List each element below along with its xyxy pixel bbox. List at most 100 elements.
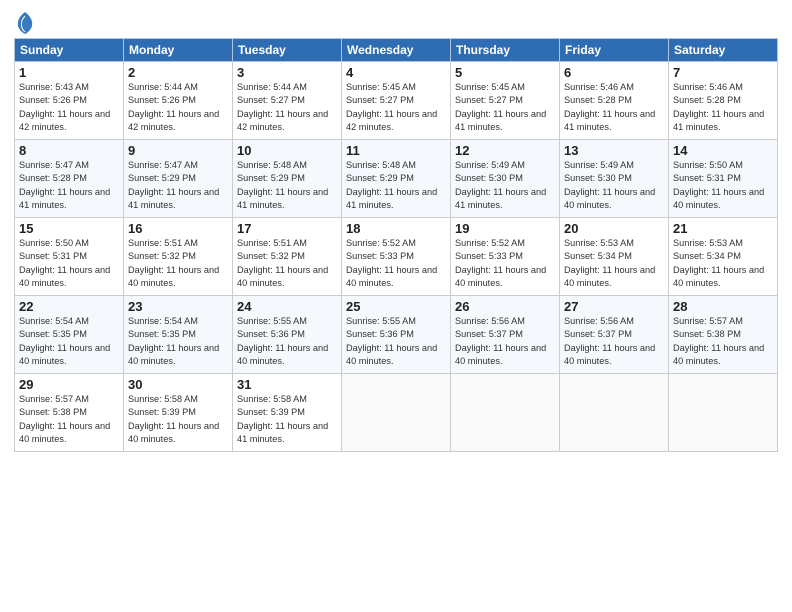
day-info: Sunrise: 5:46 AMSunset: 5:28 PMDaylight:… — [564, 82, 655, 132]
calendar-cell: 14 Sunrise: 5:50 AMSunset: 5:31 PMDaylig… — [669, 140, 778, 218]
day-number: 7 — [673, 65, 773, 80]
day-info: Sunrise: 5:47 AMSunset: 5:29 PMDaylight:… — [128, 160, 219, 210]
day-number: 29 — [19, 377, 119, 392]
day-info: Sunrise: 5:57 AMSunset: 5:38 PMDaylight:… — [19, 394, 110, 444]
day-number: 21 — [673, 221, 773, 236]
calendar-cell: 31 Sunrise: 5:58 AMSunset: 5:39 PMDaylig… — [233, 374, 342, 452]
day-number: 20 — [564, 221, 664, 236]
weekday-header: Monday — [124, 39, 233, 62]
day-number: 14 — [673, 143, 773, 158]
calendar-cell: 26 Sunrise: 5:56 AMSunset: 5:37 PMDaylig… — [451, 296, 560, 374]
calendar-cell: 28 Sunrise: 5:57 AMSunset: 5:38 PMDaylig… — [669, 296, 778, 374]
day-info: Sunrise: 5:44 AMSunset: 5:27 PMDaylight:… — [237, 82, 328, 132]
day-number: 25 — [346, 299, 446, 314]
day-info: Sunrise: 5:46 AMSunset: 5:28 PMDaylight:… — [673, 82, 764, 132]
day-info: Sunrise: 5:52 AMSunset: 5:33 PMDaylight:… — [346, 238, 437, 288]
calendar-cell: 7 Sunrise: 5:46 AMSunset: 5:28 PMDayligh… — [669, 62, 778, 140]
day-info: Sunrise: 5:43 AMSunset: 5:26 PMDaylight:… — [19, 82, 110, 132]
calendar-cell: 24 Sunrise: 5:55 AMSunset: 5:36 PMDaylig… — [233, 296, 342, 374]
calendar-cell: 13 Sunrise: 5:49 AMSunset: 5:30 PMDaylig… — [560, 140, 669, 218]
calendar-cell: 25 Sunrise: 5:55 AMSunset: 5:36 PMDaylig… — [342, 296, 451, 374]
calendar-cell: 22 Sunrise: 5:54 AMSunset: 5:35 PMDaylig… — [15, 296, 124, 374]
day-info: Sunrise: 5:55 AMSunset: 5:36 PMDaylight:… — [237, 316, 328, 366]
weekday-header: Wednesday — [342, 39, 451, 62]
calendar-cell — [451, 374, 560, 452]
calendar-cell: 8 Sunrise: 5:47 AMSunset: 5:28 PMDayligh… — [15, 140, 124, 218]
calendar-table: SundayMondayTuesdayWednesdayThursdayFrid… — [14, 38, 778, 452]
header — [14, 10, 778, 34]
day-number: 13 — [564, 143, 664, 158]
calendar-cell — [342, 374, 451, 452]
day-number: 8 — [19, 143, 119, 158]
day-info: Sunrise: 5:56 AMSunset: 5:37 PMDaylight:… — [564, 316, 655, 366]
day-info: Sunrise: 5:52 AMSunset: 5:33 PMDaylight:… — [455, 238, 546, 288]
day-number: 16 — [128, 221, 228, 236]
weekday-header: Thursday — [451, 39, 560, 62]
day-number: 9 — [128, 143, 228, 158]
calendar-cell: 3 Sunrise: 5:44 AMSunset: 5:27 PMDayligh… — [233, 62, 342, 140]
weekday-header: Tuesday — [233, 39, 342, 62]
weekday-header: Sunday — [15, 39, 124, 62]
calendar-cell: 5 Sunrise: 5:45 AMSunset: 5:27 PMDayligh… — [451, 62, 560, 140]
calendar-cell: 4 Sunrise: 5:45 AMSunset: 5:27 PMDayligh… — [342, 62, 451, 140]
logo-icon — [16, 12, 34, 34]
weekday-header: Saturday — [669, 39, 778, 62]
day-info: Sunrise: 5:50 AMSunset: 5:31 PMDaylight:… — [673, 160, 764, 210]
day-number: 22 — [19, 299, 119, 314]
day-number: 19 — [455, 221, 555, 236]
day-info: Sunrise: 5:47 AMSunset: 5:28 PMDaylight:… — [19, 160, 110, 210]
day-number: 5 — [455, 65, 555, 80]
day-info: Sunrise: 5:48 AMSunset: 5:29 PMDaylight:… — [346, 160, 437, 210]
calendar-cell: 16 Sunrise: 5:51 AMSunset: 5:32 PMDaylig… — [124, 218, 233, 296]
day-number: 18 — [346, 221, 446, 236]
day-info: Sunrise: 5:44 AMSunset: 5:26 PMDaylight:… — [128, 82, 219, 132]
calendar-cell: 15 Sunrise: 5:50 AMSunset: 5:31 PMDaylig… — [15, 218, 124, 296]
day-info: Sunrise: 5:50 AMSunset: 5:31 PMDaylight:… — [19, 238, 110, 288]
calendar-week-row: 29 Sunrise: 5:57 AMSunset: 5:38 PMDaylig… — [15, 374, 778, 452]
day-info: Sunrise: 5:49 AMSunset: 5:30 PMDaylight:… — [455, 160, 546, 210]
calendar-cell: 9 Sunrise: 5:47 AMSunset: 5:29 PMDayligh… — [124, 140, 233, 218]
calendar-cell — [669, 374, 778, 452]
day-number: 23 — [128, 299, 228, 314]
day-number: 31 — [237, 377, 337, 392]
day-info: Sunrise: 5:45 AMSunset: 5:27 PMDaylight:… — [455, 82, 546, 132]
day-number: 30 — [128, 377, 228, 392]
calendar-week-row: 1 Sunrise: 5:43 AMSunset: 5:26 PMDayligh… — [15, 62, 778, 140]
calendar-week-row: 15 Sunrise: 5:50 AMSunset: 5:31 PMDaylig… — [15, 218, 778, 296]
day-number: 2 — [128, 65, 228, 80]
calendar-cell: 27 Sunrise: 5:56 AMSunset: 5:37 PMDaylig… — [560, 296, 669, 374]
day-info: Sunrise: 5:54 AMSunset: 5:35 PMDaylight:… — [19, 316, 110, 366]
day-number: 15 — [19, 221, 119, 236]
day-number: 3 — [237, 65, 337, 80]
day-number: 26 — [455, 299, 555, 314]
calendar-cell: 21 Sunrise: 5:53 AMSunset: 5:34 PMDaylig… — [669, 218, 778, 296]
day-info: Sunrise: 5:45 AMSunset: 5:27 PMDaylight:… — [346, 82, 437, 132]
calendar-week-row: 8 Sunrise: 5:47 AMSunset: 5:28 PMDayligh… — [15, 140, 778, 218]
calendar-cell: 6 Sunrise: 5:46 AMSunset: 5:28 PMDayligh… — [560, 62, 669, 140]
calendar-cell: 2 Sunrise: 5:44 AMSunset: 5:26 PMDayligh… — [124, 62, 233, 140]
calendar-cell: 17 Sunrise: 5:51 AMSunset: 5:32 PMDaylig… — [233, 218, 342, 296]
calendar-cell: 18 Sunrise: 5:52 AMSunset: 5:33 PMDaylig… — [342, 218, 451, 296]
weekday-header: Friday — [560, 39, 669, 62]
day-info: Sunrise: 5:53 AMSunset: 5:34 PMDaylight:… — [673, 238, 764, 288]
day-info: Sunrise: 5:57 AMSunset: 5:38 PMDaylight:… — [673, 316, 764, 366]
calendar-cell: 30 Sunrise: 5:58 AMSunset: 5:39 PMDaylig… — [124, 374, 233, 452]
day-number: 4 — [346, 65, 446, 80]
day-info: Sunrise: 5:56 AMSunset: 5:37 PMDaylight:… — [455, 316, 546, 366]
day-number: 10 — [237, 143, 337, 158]
calendar-cell: 20 Sunrise: 5:53 AMSunset: 5:34 PMDaylig… — [560, 218, 669, 296]
calendar-cell: 11 Sunrise: 5:48 AMSunset: 5:29 PMDaylig… — [342, 140, 451, 218]
day-number: 27 — [564, 299, 664, 314]
calendar-week-row: 22 Sunrise: 5:54 AMSunset: 5:35 PMDaylig… — [15, 296, 778, 374]
day-info: Sunrise: 5:53 AMSunset: 5:34 PMDaylight:… — [564, 238, 655, 288]
calendar-cell — [560, 374, 669, 452]
day-number: 28 — [673, 299, 773, 314]
calendar-cell: 10 Sunrise: 5:48 AMSunset: 5:29 PMDaylig… — [233, 140, 342, 218]
calendar-cell: 1 Sunrise: 5:43 AMSunset: 5:26 PMDayligh… — [15, 62, 124, 140]
day-info: Sunrise: 5:49 AMSunset: 5:30 PMDaylight:… — [564, 160, 655, 210]
day-number: 11 — [346, 143, 446, 158]
day-info: Sunrise: 5:54 AMSunset: 5:35 PMDaylight:… — [128, 316, 219, 366]
day-number: 1 — [19, 65, 119, 80]
day-number: 24 — [237, 299, 337, 314]
day-number: 12 — [455, 143, 555, 158]
